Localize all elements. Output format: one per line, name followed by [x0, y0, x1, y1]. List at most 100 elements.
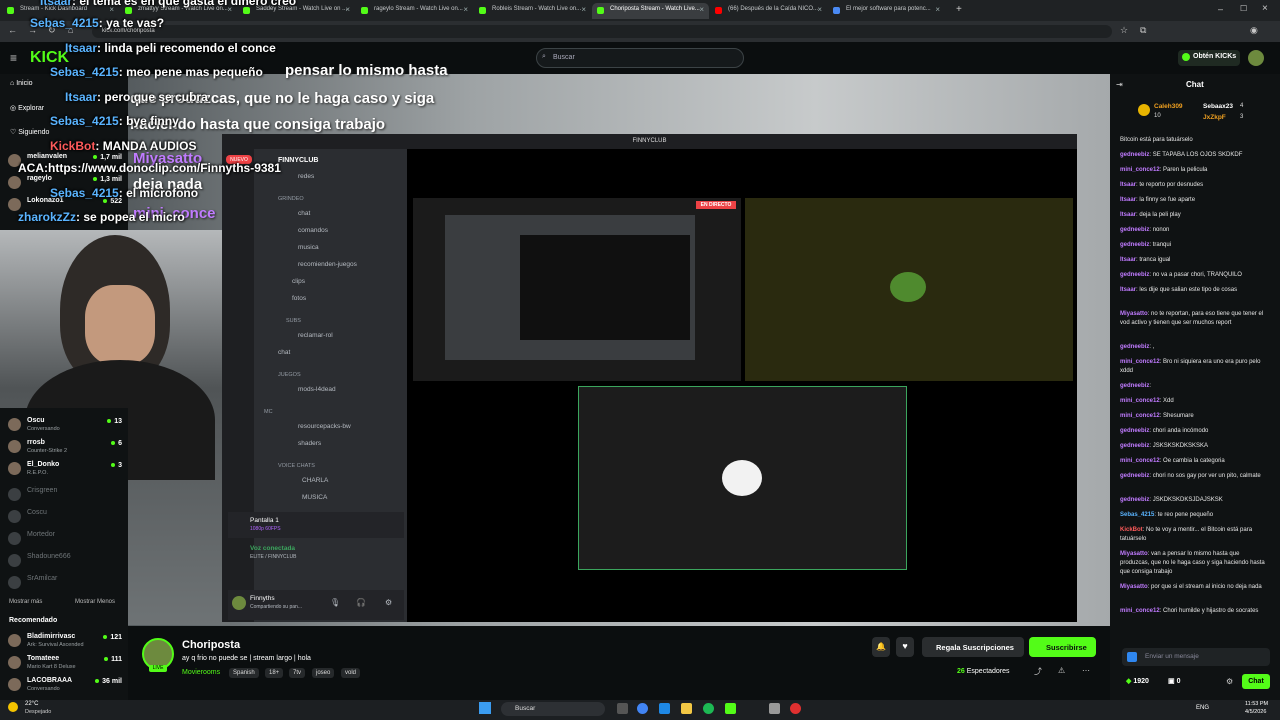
- chat-username[interactable]: gedneebiz: [1120, 428, 1149, 434]
- maximize-icon[interactable]: ☐: [1240, 4, 1247, 13]
- follow-heart-icon[interactable]: ♥: [896, 637, 914, 657]
- chat-username[interactable]: Miyasatto: [1120, 311, 1148, 317]
- discord-channel[interactable]: chat: [278, 349, 418, 356]
- chat-username[interactable]: gedneebiz: [1120, 272, 1149, 278]
- search-input[interactable]: Buscar: [536, 48, 744, 68]
- nav-explore[interactable]: ◎ Explorar: [10, 104, 44, 112]
- microphone-icon[interactable]: 🎙: [330, 598, 340, 607]
- language-indicator[interactable]: ENG: [1196, 705, 1209, 711]
- user-avatar[interactable]: [1248, 50, 1264, 66]
- streamer-name[interactable]: Choriposta: [182, 639, 240, 651]
- close-tab-icon[interactable]: ×: [699, 5, 704, 14]
- spotify-icon[interactable]: [703, 703, 714, 714]
- windows-start-icon[interactable]: [479, 702, 491, 714]
- app-icon[interactable]: [659, 703, 670, 714]
- sidebar-channel[interactable]: Oscu Conversando 13: [6, 414, 124, 436]
- browser-tab[interactable]: (66) Después de la Caída NICO... ×: [710, 3, 827, 19]
- chat-username[interactable]: Miyasatto: [1120, 551, 1148, 557]
- task-view-icon[interactable]: [617, 703, 628, 714]
- stream-tag[interactable]: 7tv: [289, 668, 306, 678]
- sidebar-recommended[interactable]: Tomateee Mario Kart 8 Deluxe 111: [6, 652, 124, 674]
- collapse-chat-icon[interactable]: ⇥: [1116, 80, 1123, 89]
- chat-username[interactable]: Sebas_4215: [1120, 512, 1154, 518]
- nav-home[interactable]: ⌂ Inicio: [10, 80, 33, 87]
- back-icon[interactable]: ←: [8, 25, 17, 35]
- headphones-icon[interactable]: 🎧: [356, 598, 366, 607]
- sidebar-channel[interactable]: rrosb Counter-Strike 2 6: [6, 436, 124, 458]
- url-field[interactable]: kick.com/choriposta: [92, 25, 1112, 38]
- sidebar-channel-offline[interactable]: Crisgreen: [6, 484, 124, 506]
- chat-username[interactable]: KickBot: [1120, 527, 1143, 533]
- kicks-balance[interactable]: ▣ 0: [1168, 677, 1180, 685]
- chat-username[interactable]: mini_conce12: [1120, 398, 1160, 404]
- kick-app-icon[interactable]: [725, 703, 736, 714]
- chat-username[interactable]: Itsaar: [1120, 212, 1136, 218]
- chat-username[interactable]: gedneebiz: [1120, 443, 1149, 449]
- chat-username[interactable]: Itsaar: [1120, 257, 1136, 263]
- clock-time[interactable]: 11:53 PM: [1245, 701, 1268, 707]
- bookmark-star-icon[interactable]: ☆: [1120, 25, 1128, 36]
- discord-voice-channel[interactable]: CHARLA: [302, 477, 442, 484]
- discord-channel[interactable]: fotos: [292, 295, 432, 302]
- report-icon[interactable]: ⚠: [1058, 666, 1065, 675]
- discord-channel[interactable]: redes: [298, 173, 438, 180]
- emote-picker-icon[interactable]: [1127, 652, 1137, 662]
- stream-tag[interactable]: joseo: [312, 668, 335, 678]
- sidebar-channel-offline[interactable]: SrAmilcar: [6, 572, 124, 594]
- stream-tag[interactable]: vold: [341, 668, 361, 678]
- share-icon[interactable]: ⤴: [1034, 666, 1042, 677]
- taskbar-search[interactable]: Buscar: [501, 702, 605, 716]
- new-tab-icon[interactable]: +: [956, 4, 962, 15]
- discord-category[interactable]: MC: [264, 409, 273, 415]
- chat-username[interactable]: gedneebiz: [1120, 227, 1149, 233]
- file-explorer-icon[interactable]: [681, 703, 692, 714]
- close-window-icon[interactable]: ×: [1262, 3, 1268, 14]
- extensions-icon[interactable]: ⧉: [1140, 25, 1146, 36]
- chat-username[interactable]: mini_conce12: [1120, 167, 1160, 173]
- chat-username[interactable]: mini_conce12: [1120, 413, 1160, 419]
- chat-username[interactable]: mini_conce12: [1120, 608, 1160, 614]
- chat-username[interactable]: mini_conce12: [1120, 458, 1160, 464]
- discord-channel[interactable]: mods-l4dead: [298, 386, 438, 393]
- chrome-icon[interactable]: [637, 703, 648, 714]
- discord-voice-channel[interactable]: MUSICA: [302, 494, 442, 501]
- sidebar-channel[interactable]: El_Donko R.E.P.O. 3: [6, 458, 124, 480]
- gift-subs-button[interactable]: Regala Suscripciones: [922, 637, 1024, 657]
- chat-username[interactable]: Itsaar: [1120, 287, 1136, 293]
- stream-tag[interactable]: 18+: [265, 668, 284, 678]
- chat-username[interactable]: gedneebiz: [1120, 152, 1149, 158]
- channel-points[interactable]: ◆ 1920: [1126, 677, 1149, 685]
- minimize-icon[interactable]: –: [1218, 4, 1223, 14]
- chat-username[interactable]: mini_conce12: [1120, 359, 1160, 365]
- chat-username[interactable]: gedneebiz: [1120, 383, 1149, 389]
- sidebar-channel-offline[interactable]: Coscu: [6, 506, 124, 528]
- notification-bell-icon[interactable]: 🔔: [872, 637, 890, 657]
- discord-category[interactable]: VOICE CHATS: [278, 463, 315, 469]
- sidebar-channel-offline[interactable]: Shadoune666: [6, 550, 124, 572]
- app-icon[interactable]: [769, 703, 780, 714]
- close-tab-icon[interactable]: ×: [817, 5, 822, 14]
- discord-category[interactable]: SUBS: [286, 318, 301, 324]
- chat-send-button[interactable]: Chat: [1242, 674, 1270, 689]
- browser-tab[interactable]: Robleis Stream - Watch Live on... ×: [474, 3, 591, 19]
- browser-tab[interactable]: rageylo Stream - Watch Live on... ×: [356, 3, 473, 19]
- chat-username[interactable]: gedneebiz: [1120, 473, 1149, 479]
- sidebar-recommended[interactable]: Bladimirrivasc Ark: Survival Ascended 121: [6, 630, 124, 652]
- chat-username[interactable]: Itsaar: [1120, 182, 1136, 188]
- sidebar-channel-offline[interactable]: Mortedor: [6, 528, 124, 550]
- show-more-link[interactable]: Mostrar más: [9, 599, 42, 605]
- menu-icon[interactable]: ≡: [10, 51, 17, 65]
- discord-category[interactable]: GRINDEO: [278, 196, 304, 202]
- discord-server-name[interactable]: FINNYCLUB: [278, 157, 318, 164]
- discord-channel[interactable]: clips: [292, 278, 432, 285]
- discord-user-avatar[interactable]: [232, 596, 246, 610]
- nav-following[interactable]: ♡ Siguiendo: [10, 128, 49, 136]
- close-tab-icon[interactable]: ×: [345, 5, 350, 14]
- chat-username[interactable]: Miyasatto: [1120, 584, 1148, 590]
- chat-username[interactable]: gedneebiz: [1120, 242, 1149, 248]
- profile-icon[interactable]: ◉: [1250, 25, 1258, 36]
- chat-username[interactable]: gedneebiz: [1120, 344, 1149, 350]
- chat-username[interactable]: Itsaar: [1120, 197, 1136, 203]
- stream-tag[interactable]: Spanish: [229, 668, 259, 678]
- obs-icon[interactable]: [790, 703, 801, 714]
